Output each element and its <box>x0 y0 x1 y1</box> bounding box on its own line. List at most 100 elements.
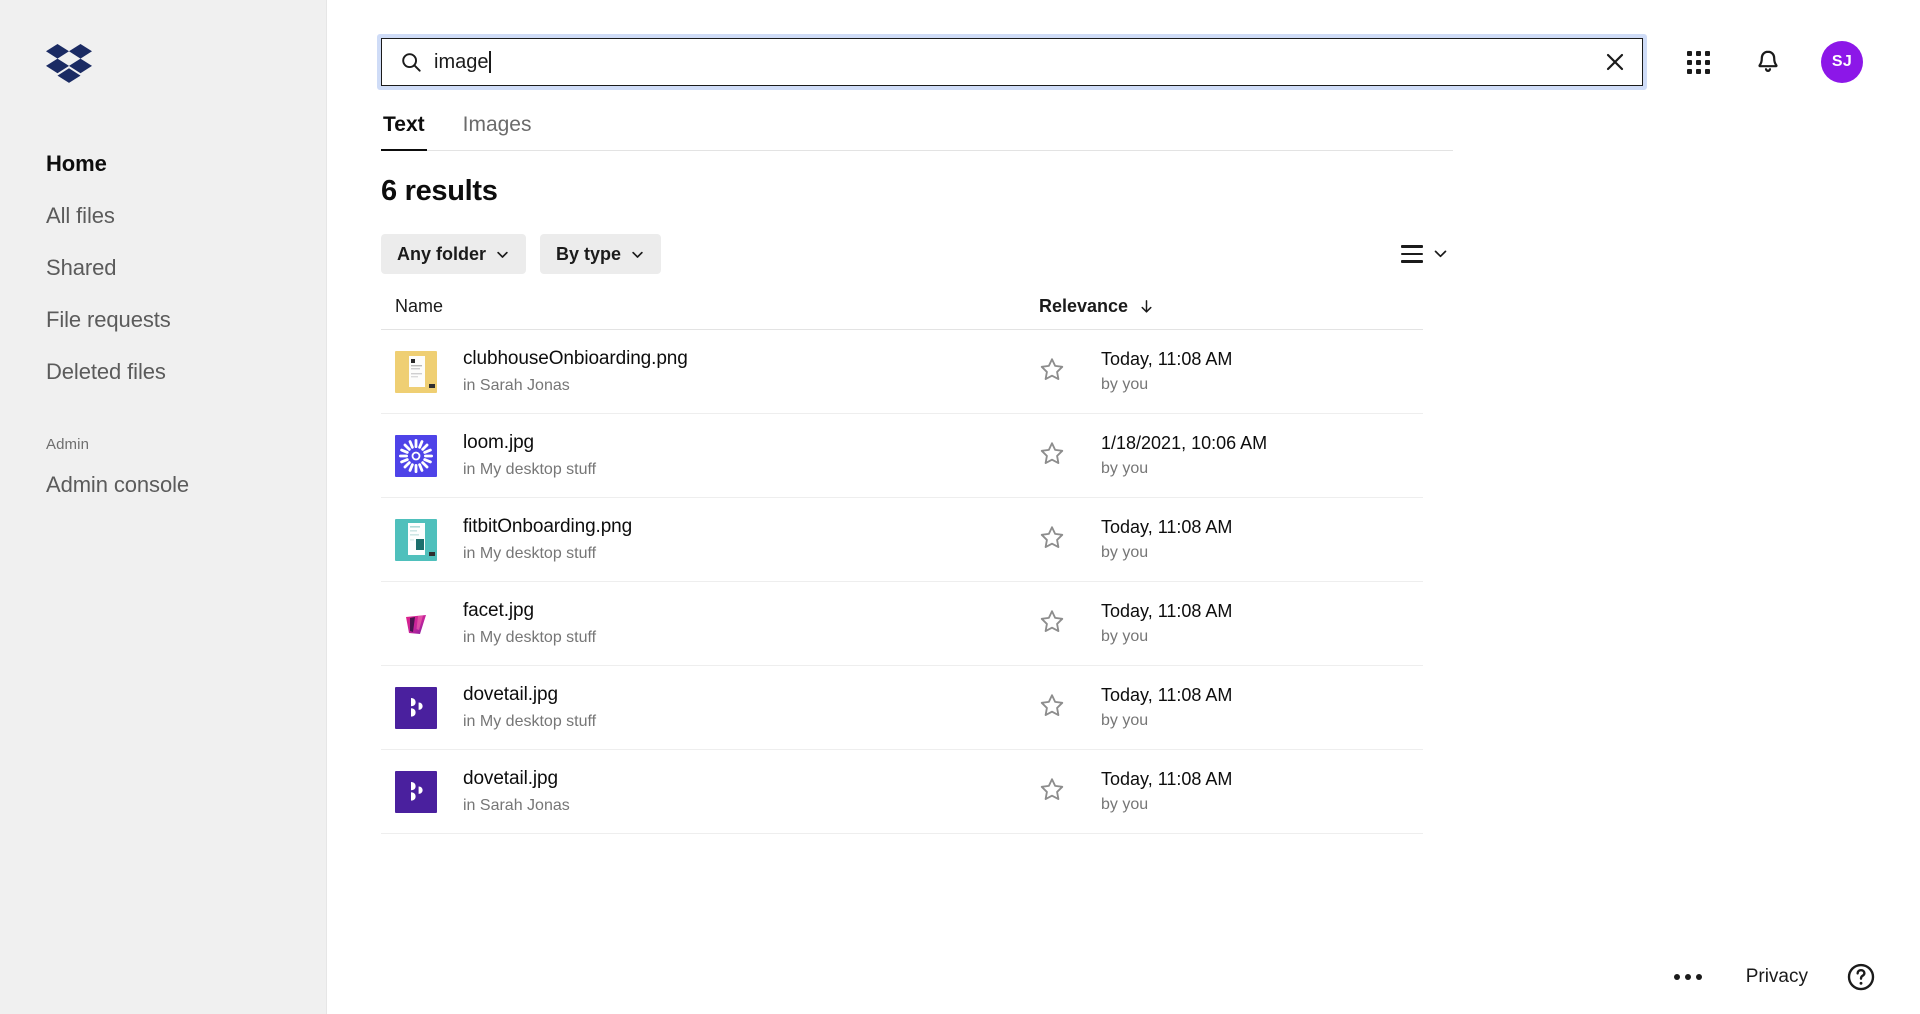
app-switcher-button[interactable] <box>1681 45 1715 79</box>
results-table: Name Relevance clubhouseOnbioarding.png … <box>381 296 1423 834</box>
tab-images[interactable]: Images <box>461 112 534 150</box>
file-name: dovetail.jpg <box>463 684 558 705</box>
file-thumbnail-facet <box>395 602 437 645</box>
dropbox-logo-icon <box>46 44 92 83</box>
sidebar-item-all-files[interactable]: All files <box>0 190 326 242</box>
file-modified-date: Today, 11:08 AM <box>1101 601 1233 621</box>
column-header-name[interactable]: Name <box>395 296 1039 317</box>
file-date-cell: Today, 11:08 AM by you <box>1075 599 1411 648</box>
grid-apps-icon <box>1686 50 1710 74</box>
file-date-cell: 1/18/2021, 10:06 AM by you <box>1075 431 1411 480</box>
favorite-star-button[interactable] <box>1039 608 1075 639</box>
search-tabs: Text Images <box>381 112 1453 151</box>
search-value-wrapper: image <box>434 50 1602 74</box>
file-name: fitbitOnboarding.png <box>463 516 633 537</box>
filter-label: By type <box>556 243 622 264</box>
search-icon <box>402 53 421 72</box>
star-outline-icon <box>1040 526 1064 548</box>
table-row[interactable]: facet.jpg in My desktop stuff Today, 11:… <box>381 582 1423 666</box>
clear-search-button[interactable] <box>1602 49 1628 75</box>
sidebar-item-admin-console[interactable]: Admin console <box>0 459 326 511</box>
file-name-cell: dovetail.jpg in Sarah Jonas <box>463 766 1039 817</box>
file-modified-date: Today, 11:08 AM <box>1101 517 1233 537</box>
sidebar-nav: Home All files Shared File requests Dele… <box>0 138 326 511</box>
file-modified-date: 1/18/2021, 10:06 AM <box>1101 433 1268 453</box>
favorite-star-button[interactable] <box>1039 356 1075 387</box>
file-location: in Sarah Jonas <box>463 377 570 394</box>
list-view-icon <box>1401 245 1423 263</box>
file-location: in My desktop stuff <box>463 713 597 730</box>
favorite-star-button[interactable] <box>1039 776 1075 807</box>
star-outline-icon <box>1040 694 1064 716</box>
file-name: loom.jpg <box>463 432 535 453</box>
file-thumbnail-loom <box>395 434 437 477</box>
sidebar: Home All files Shared File requests Dele… <box>0 0 327 1014</box>
file-name-cell: loom.jpg in My desktop stuff <box>463 430 1039 481</box>
file-modified-date: Today, 11:08 AM <box>1101 349 1233 369</box>
dropbox-search-page: Home All files Shared File requests Dele… <box>0 0 1920 1014</box>
file-location: in My desktop stuff <box>463 545 597 562</box>
table-row[interactable]: fitbitOnboarding.png in My desktop stuff… <box>381 498 1423 582</box>
sidebar-item-shared[interactable]: Shared <box>0 242 326 294</box>
search-input[interactable]: image <box>381 38 1643 86</box>
file-modified-by: by you <box>1101 796 1149 813</box>
sidebar-item-label: Home <box>46 151 107 176</box>
table-row[interactable]: dovetail.jpg in My desktop stuff Today, … <box>381 666 1423 750</box>
search-field-wrapper: image <box>377 34 1647 90</box>
main-content: image SJ Text Images 6 results Any folde… <box>327 0 1920 1014</box>
file-date-cell: Today, 11:08 AM by you <box>1075 767 1411 816</box>
file-name-cell: facet.jpg in My desktop stuff <box>463 598 1039 649</box>
chevron-down-icon <box>497 251 508 258</box>
file-location: in My desktop stuff <box>463 629 597 646</box>
chevron-down-icon <box>1434 251 1447 258</box>
file-name: clubhouseOnbioarding.png <box>463 348 688 369</box>
filter-toolbar: Any folder By type <box>381 234 1453 274</box>
table-row[interactable]: dovetail.jpg in Sarah Jonas Today, 11:08… <box>381 750 1423 834</box>
table-row[interactable]: loom.jpg in My desktop stuff 1/18/2021, … <box>381 414 1423 498</box>
image-thumbnail-icon <box>395 770 437 813</box>
favorite-star-button[interactable] <box>1039 440 1075 471</box>
tab-text[interactable]: Text <box>381 112 427 151</box>
view-options-button[interactable] <box>1397 241 1453 266</box>
topbar-actions: SJ <box>1681 41 1863 83</box>
column-header-relevance-label: Relevance <box>1039 296 1129 316</box>
ellipsis-icon <box>1673 974 1680 980</box>
tab-label: Images <box>462 113 532 136</box>
file-name-cell: clubhouseOnbioarding.png in Sarah Jonas <box>463 346 1039 397</box>
table-row[interactable]: clubhouseOnbioarding.png in Sarah Jonas … <box>381 330 1423 414</box>
bell-icon <box>1758 50 1778 72</box>
favorite-star-button[interactable] <box>1039 524 1075 555</box>
footer: Privacy <box>1668 962 1876 992</box>
file-date-cell: Today, 11:08 AM by you <box>1075 347 1411 396</box>
file-location: in Sarah Jonas <box>463 797 570 814</box>
file-modified-date: Today, 11:08 AM <box>1101 769 1233 789</box>
privacy-link[interactable]: Privacy <box>1746 966 1808 988</box>
filter-label: Any folder <box>397 243 487 264</box>
image-thumbnail-icon <box>395 350 437 393</box>
search-results-area: Text Images 6 results Any folder By type <box>327 112 1920 834</box>
sidebar-item-deleted-files[interactable]: Deleted files <box>0 346 326 398</box>
file-modified-date: Today, 11:08 AM <box>1101 685 1233 705</box>
favorite-star-button[interactable] <box>1039 692 1075 723</box>
file-name: dovetail.jpg <box>463 768 558 789</box>
dropbox-logo-link[interactable] <box>0 0 326 84</box>
star-outline-icon <box>1040 610 1064 632</box>
user-avatar[interactable]: SJ <box>1821 41 1863 83</box>
filter-by-type-button[interactable]: By type <box>540 234 662 274</box>
sidebar-item-label: Deleted files <box>46 359 166 384</box>
more-options-button[interactable] <box>1668 968 1708 986</box>
sidebar-item-home[interactable]: Home <box>0 138 326 190</box>
file-date-cell: Today, 11:08 AM by you <box>1075 683 1411 732</box>
sidebar-item-file-requests[interactable]: File requests <box>0 294 326 346</box>
filter-any-folder-button[interactable]: Any folder <box>381 234 527 274</box>
file-thumbnail-dovetail <box>395 686 437 729</box>
image-thumbnail-icon <box>395 434 437 477</box>
column-header-relevance[interactable]: Relevance <box>1039 296 1411 317</box>
help-button[interactable] <box>1846 962 1876 992</box>
notifications-button[interactable] <box>1751 45 1785 79</box>
file-location: in My desktop stuff <box>463 461 597 478</box>
search-value: image <box>434 51 489 73</box>
topbar: image SJ <box>327 0 1920 90</box>
file-modified-by: by you <box>1101 712 1149 729</box>
image-thumbnail-icon <box>395 518 437 561</box>
